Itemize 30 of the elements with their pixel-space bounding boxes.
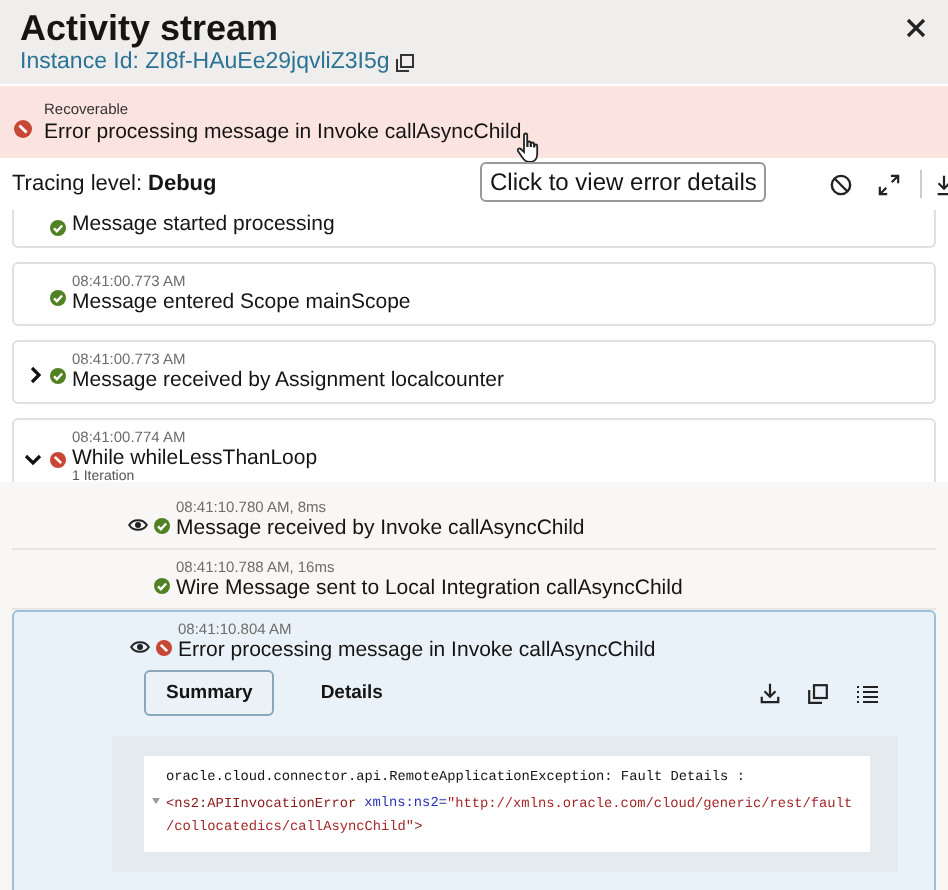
tab[interactable]: Summary: [144, 670, 275, 716]
tracing-level-value: Debug: [148, 172, 217, 196]
download-icon[interactable]: [936, 173, 948, 195]
event-message: Message started processing: [72, 212, 335, 236]
tracing-level-label: Tracing level:: [12, 172, 143, 196]
list-icon[interactable]: [856, 683, 878, 703]
eye-icon[interactable]: [128, 518, 148, 532]
panel-title: Activity stream: [20, 6, 279, 50]
expand-icon[interactable]: [878, 173, 900, 195]
chevron-right-icon[interactable]: [30, 366, 42, 384]
event-message: Message received by Assignment localcounter: [72, 368, 504, 392]
instance-id-link[interactable]: Instance Id: ZI8f-HAuEe29jqvliZ3I5g: [20, 50, 390, 74]
event-message: Message received by Invoke callAsyncChild: [176, 516, 585, 540]
error-message: Error processing message in Invoke callAsyncChild: [44, 120, 522, 144]
chevron-down-icon[interactable]: [24, 454, 42, 466]
tooltip: Click to view error details: [480, 162, 767, 202]
download-icon[interactable]: [760, 682, 780, 704]
close-icon[interactable]: [906, 18, 926, 38]
copy-icon[interactable]: [808, 683, 828, 703]
event-message: Wire Message sent to Local Integration callAsyncChild: [176, 576, 683, 600]
copy-icon[interactable]: [395, 53, 414, 71]
cancel-icon[interactable]: [830, 173, 852, 195]
event-row[interactable]: [12, 610, 936, 890]
eye-icon[interactable]: [130, 640, 150, 654]
fold-arrow-icon[interactable]: [152, 797, 160, 803]
event-message: While whileLessThanLoop: [72, 446, 318, 470]
event-card[interactable]: Message started processing: [12, 210, 936, 248]
event-message: Error processing message in Invoke callAsyncChild: [178, 638, 656, 662]
event-message: Message entered Scope mainScope: [72, 290, 411, 314]
tab[interactable]: Details: [298, 670, 405, 716]
